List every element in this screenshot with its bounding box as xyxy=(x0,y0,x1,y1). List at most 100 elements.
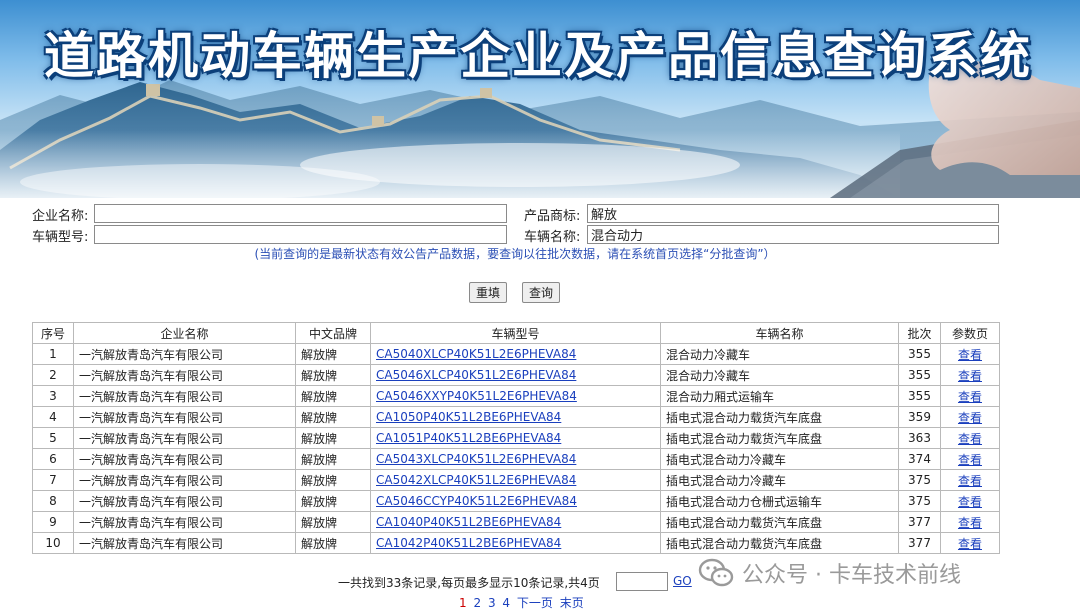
page-number-input[interactable] xyxy=(616,572,668,591)
header-model: 车辆型号 xyxy=(370,322,661,344)
table-row: 2 一汽解放青岛汽车有限公司 解放牌 CA5046XLCP40K51L2E6PH… xyxy=(32,364,1000,386)
vehicle-model-label: 车辆型号: xyxy=(32,230,89,245)
cell-batch: 375 xyxy=(898,490,941,512)
page-link-4[interactable]: 4 xyxy=(502,596,510,610)
table-header-row: 序号 企业名称 中文品牌 车辆型号 车辆名称 批次 参数页 xyxy=(32,322,1000,344)
model-link[interactable]: CA5042XLCP40K51L2E6PHEVA84 xyxy=(376,473,576,487)
cell-no: 7 xyxy=(32,469,74,491)
view-params-link[interactable]: 查看 xyxy=(958,516,982,530)
view-params-link[interactable]: 查看 xyxy=(958,495,982,509)
cell-company: 一汽解放青岛汽车有限公司 xyxy=(73,406,296,428)
table-row: 9 一汽解放青岛汽车有限公司 解放牌 CA1040P40K51L2BE6PHEV… xyxy=(32,511,1000,533)
go-link[interactable]: GO xyxy=(673,574,692,588)
view-params-link[interactable]: 查看 xyxy=(958,411,982,425)
cell-company: 一汽解放青岛汽车有限公司 xyxy=(73,469,296,491)
cell-brand: 解放牌 xyxy=(295,364,371,386)
cell-company: 一汽解放青岛汽车有限公司 xyxy=(73,427,296,449)
brand-input[interactable] xyxy=(587,204,999,223)
page-link-2[interactable]: 2 xyxy=(473,596,481,610)
cell-batch: 377 xyxy=(898,511,941,533)
header-no: 序号 xyxy=(32,322,74,344)
model-link[interactable]: CA5046CCYP40K51L2E6PHEVA84 xyxy=(376,494,577,508)
search-button[interactable]: 查询 xyxy=(522,282,561,303)
header-company: 企业名称 xyxy=(73,322,296,344)
cell-no: 2 xyxy=(32,364,74,386)
watermark-text: 公众号 · 卡车技术前线 xyxy=(742,563,961,588)
cell-no: 9 xyxy=(32,511,74,533)
header-banner: 道路机动车辆生产企业及产品信息查询系统 xyxy=(0,0,1080,198)
cell-batch: 355 xyxy=(898,343,941,365)
view-params-link[interactable]: 查看 xyxy=(958,474,982,488)
cell-brand: 解放牌 xyxy=(295,343,371,365)
cell-vehicle-name: 混合动力冷藏车 xyxy=(660,343,899,365)
last-page-link[interactable]: 末页 xyxy=(560,596,584,610)
cell-brand: 解放牌 xyxy=(295,511,371,533)
vehicle-name-input[interactable] xyxy=(587,225,999,244)
reset-button[interactable]: 重填 xyxy=(469,282,508,303)
cell-company: 一汽解放青岛汽车有限公司 xyxy=(73,490,296,512)
table-row: 10 一汽解放青岛汽车有限公司 解放牌 CA1042P40K51L2BE6PHE… xyxy=(32,532,1000,554)
table-row: 3 一汽解放青岛汽车有限公司 解放牌 CA5046XXYP40K51L2E6PH… xyxy=(32,385,1000,407)
cell-company: 一汽解放青岛汽车有限公司 xyxy=(73,385,296,407)
cell-vehicle-name: 插电式混合动力载货汽车底盘 xyxy=(660,532,899,554)
table-row: 1 一汽解放青岛汽车有限公司 解放牌 CA5040XLCP40K51L2E6PH… xyxy=(32,343,1000,365)
cell-company: 一汽解放青岛汽车有限公司 xyxy=(73,364,296,386)
page-title: 道路机动车辆生产企业及产品信息查询系统 xyxy=(44,27,1032,85)
cell-no: 5 xyxy=(32,427,74,449)
pager: 1 2 3 4 下一页 末页 xyxy=(459,594,587,611)
model-link[interactable]: CA5043XLCP40K51L2E6PHEVA84 xyxy=(376,452,576,466)
cell-no: 10 xyxy=(32,532,74,554)
cell-company: 一汽解放青岛汽车有限公司 xyxy=(73,532,296,554)
company-name-label: 企业名称: xyxy=(32,209,89,224)
cell-batch: 355 xyxy=(898,385,941,407)
table-row: 6 一汽解放青岛汽车有限公司 解放牌 CA5043XLCP40K51L2E6PH… xyxy=(32,448,1000,470)
page-link-1[interactable]: 1 xyxy=(459,596,467,610)
cell-brand: 解放牌 xyxy=(295,532,371,554)
brand-label: 产品商标: xyxy=(524,209,581,224)
cell-no: 8 xyxy=(32,490,74,512)
model-link[interactable]: CA5046XXYP40K51L2E6PHEVA84 xyxy=(376,389,577,403)
cell-brand: 解放牌 xyxy=(295,406,371,428)
cell-company: 一汽解放青岛汽车有限公司 xyxy=(73,511,296,533)
watermark: 公众号 · 卡车技术前线 xyxy=(698,556,961,590)
cell-no: 6 xyxy=(32,448,74,470)
cell-brand: 解放牌 xyxy=(295,469,371,491)
model-link[interactable]: CA1042P40K51L2BE6PHEVA84 xyxy=(376,536,561,550)
cell-brand: 解放牌 xyxy=(295,490,371,512)
cell-company: 一汽解放青岛汽车有限公司 xyxy=(73,448,296,470)
cell-batch: 377 xyxy=(898,532,941,554)
cell-brand: 解放牌 xyxy=(295,385,371,407)
header-brand: 中文品牌 xyxy=(295,322,371,344)
page-link-3[interactable]: 3 xyxy=(488,596,496,610)
vehicle-model-input[interactable] xyxy=(94,225,507,244)
cell-vehicle-name: 插电式混合动力仓栅式运输车 xyxy=(660,490,899,512)
model-link[interactable]: CA1051P40K51L2BE6PHEVA84 xyxy=(376,431,561,445)
cell-vehicle-name: 混合动力冷藏车 xyxy=(660,364,899,386)
header-vehicle-name: 车辆名称 xyxy=(660,322,899,344)
cell-brand: 解放牌 xyxy=(295,448,371,470)
model-link[interactable]: CA1050P40K51L2BE6PHEVA84 xyxy=(376,410,561,424)
view-params-link[interactable]: 查看 xyxy=(958,453,982,467)
company-name-input[interactable] xyxy=(94,204,507,223)
view-params-link[interactable]: 查看 xyxy=(958,348,982,362)
cell-brand: 解放牌 xyxy=(295,427,371,449)
cell-no: 3 xyxy=(32,385,74,407)
vehicle-name-label: 车辆名称: xyxy=(524,230,581,245)
table-row: 4 一汽解放青岛汽车有限公司 解放牌 CA1050P40K51L2BE6PHEV… xyxy=(32,406,1000,428)
table-row: 7 一汽解放青岛汽车有限公司 解放牌 CA5042XLCP40K51L2E6PH… xyxy=(32,469,1000,491)
view-params-link[interactable]: 查看 xyxy=(958,369,982,383)
cell-vehicle-name: 混合动力厢式运输车 xyxy=(660,385,899,407)
model-link[interactable]: CA5040XLCP40K51L2E6PHEVA84 xyxy=(376,347,576,361)
cell-batch: 374 xyxy=(898,448,941,470)
cell-batch: 363 xyxy=(898,427,941,449)
model-link[interactable]: CA1040P40K51L2BE6PHEVA84 xyxy=(376,515,561,529)
wechat-icon xyxy=(698,558,734,587)
view-params-link[interactable]: 查看 xyxy=(958,537,982,551)
cell-no: 4 xyxy=(32,406,74,428)
model-link[interactable]: CA5046XLCP40K51L2E6PHEVA84 xyxy=(376,368,576,382)
view-params-link[interactable]: 查看 xyxy=(958,390,982,404)
cell-batch: 375 xyxy=(898,469,941,491)
cell-vehicle-name: 插电式混合动力冷藏车 xyxy=(660,469,899,491)
view-params-link[interactable]: 查看 xyxy=(958,432,982,446)
next-page-link[interactable]: 下一页 xyxy=(517,596,553,610)
